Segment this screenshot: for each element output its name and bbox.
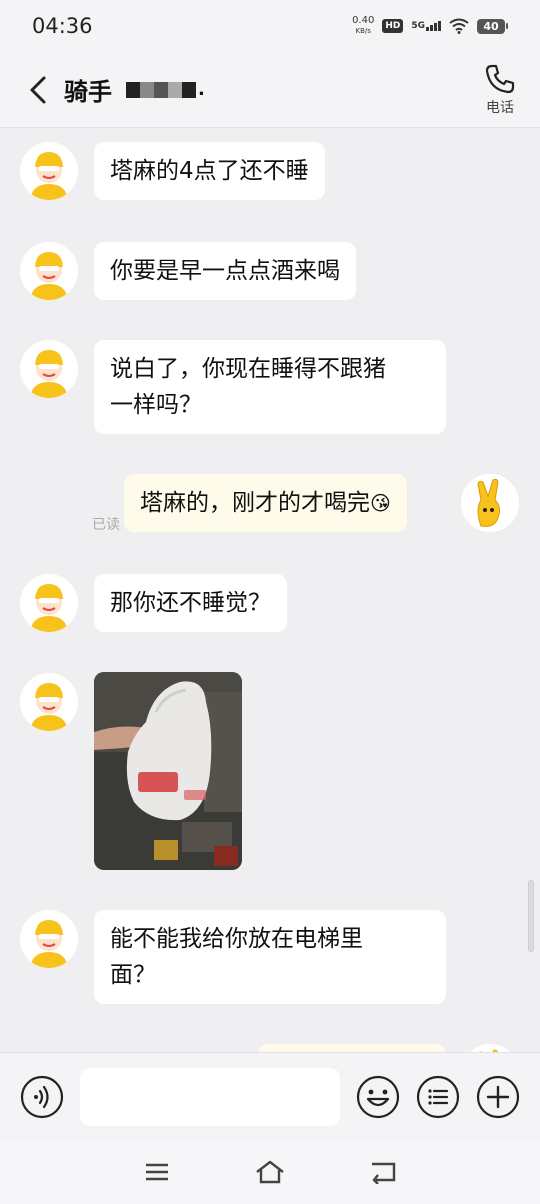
nav-menu-button[interactable]: [133, 1148, 181, 1196]
message-text: 你要是早一点点酒来喝: [110, 258, 340, 284]
contact-avatar[interactable]: [20, 574, 78, 632]
contact-name: 骑手: [64, 78, 112, 106]
message-bubble[interactable]: 说白了，你现在睡得不跟猪 一样吗？: [94, 340, 446, 434]
message-text-line: 面？: [110, 962, 156, 988]
photo-message[interactable]: [94, 672, 242, 870]
message-list[interactable]: 塔麻的4点了还不睡 你要是早一点点酒来喝 说白了，你现在睡得不跟猪 一样吗？ 已…: [0, 128, 540, 1052]
call-button[interactable]: 电话: [484, 63, 516, 117]
phone-icon: [485, 64, 515, 93]
hd-badge: HD: [382, 19, 404, 33]
rider-avatar-icon: [20, 574, 78, 632]
rider-avatar-icon: [20, 673, 78, 731]
hand-mascot-avatar-icon: [470, 1044, 510, 1052]
message-input[interactable]: [80, 1067, 340, 1126]
back-arrow-icon: [30, 76, 46, 103]
rider-avatar-icon: [20, 242, 78, 300]
network-type: 5G: [411, 21, 425, 31]
net-speed-unit: KB/s: [355, 27, 371, 35]
home-icon: [256, 1160, 284, 1184]
cellular-signal-icon: 5G: [411, 21, 441, 31]
message-text-line: 说白了，你现在睡得不跟猪: [110, 356, 386, 382]
rider-avatar-icon: [20, 142, 78, 200]
read-status: 已读: [92, 517, 120, 533]
nav-back-button[interactable]: [359, 1148, 407, 1196]
message-text: 塔麻的4点了还不睡: [110, 158, 309, 184]
call-label: 电话: [486, 99, 514, 116]
my-message-bubble[interactable]: 塔麻的，刚才的才喝完😘: [124, 474, 407, 532]
my-avatar[interactable]: [461, 474, 519, 532]
scrollbar-thumb[interactable]: [528, 880, 534, 952]
list-menu-icon: [416, 1075, 460, 1118]
my-avatar[interactable]: [461, 1044, 519, 1052]
battery-level: 40: [477, 18, 505, 34]
kiss-emoji-icon: 😘: [370, 491, 391, 515]
redacted-name: [126, 81, 196, 98]
plastic-bag-photo: [94, 672, 242, 870]
system-nav-bar: [0, 1140, 540, 1204]
menu-icon: [145, 1163, 168, 1181]
message-bubble[interactable]: 那你还不睡觉？: [94, 574, 287, 632]
chat-header: 骑手 . 电话: [0, 52, 540, 128]
message-bubble[interactable]: 能不能我给你放在电梯里 面？: [94, 910, 446, 1004]
back-button[interactable]: [16, 68, 60, 112]
contact-avatar[interactable]: [20, 340, 78, 398]
net-speed-value: 0.40: [352, 15, 375, 26]
message-bubble[interactable]: 你要是早一点点酒来喝: [94, 242, 356, 300]
emoji-button[interactable]: [356, 1075, 400, 1119]
network-speed: 0.40 KB/s: [352, 16, 374, 36]
rider-avatar-icon: [20, 340, 78, 398]
voice-icon: [20, 1075, 64, 1118]
contact-avatar[interactable]: [20, 673, 78, 731]
voice-button[interactable]: [20, 1075, 64, 1119]
nav-back-icon: [372, 1162, 396, 1184]
message-text-line: 能不能我给你放在电梯里: [110, 926, 363, 952]
input-bar: [0, 1052, 540, 1140]
rider-avatar-icon: [20, 910, 78, 968]
message-text: 那你还不睡觉？: [110, 590, 271, 616]
emoji-icon: [356, 1075, 400, 1118]
nav-home-button[interactable]: [246, 1148, 294, 1196]
status-icons: 0.40 KB/s HD 5G 40: [352, 16, 508, 36]
hand-mascot-avatar-icon: [461, 474, 519, 532]
wifi-icon: [449, 18, 469, 34]
more-options-button[interactable]: [416, 1075, 460, 1119]
contact-avatar[interactable]: [20, 242, 78, 300]
plus-icon: [476, 1075, 520, 1118]
my-message-bubble[interactable]: [258, 1044, 446, 1052]
redacted-trailing: .: [198, 79, 205, 100]
status-time: 04:36: [32, 14, 93, 38]
battery-icon: 40: [477, 18, 508, 34]
chat-title: 骑手 .: [64, 72, 205, 107]
status-bar: 04:36 0.40 KB/s HD 5G 40: [0, 0, 540, 52]
contact-avatar[interactable]: [20, 910, 78, 968]
message-text-line: 一样吗？: [110, 392, 202, 418]
message-bubble[interactable]: 塔麻的4点了还不睡: [94, 142, 325, 200]
add-button[interactable]: [476, 1075, 520, 1119]
contact-avatar[interactable]: [20, 142, 78, 200]
message-text: 塔麻的，刚才的才喝完: [140, 490, 370, 516]
